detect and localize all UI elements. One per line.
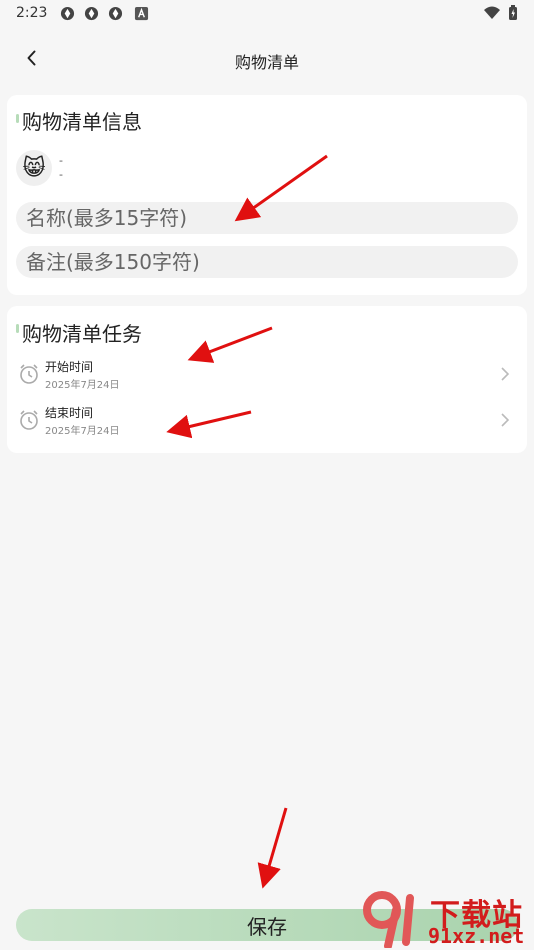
task-card: 购物清单任务 开始时间 2025年7月24日 结束时间 2025年7月24日 bbox=[7, 306, 527, 453]
avatar-caption-2: - bbox=[59, 168, 63, 181]
section-accent-bar bbox=[16, 114, 19, 123]
chevron-right-icon bbox=[501, 367, 510, 381]
status-right-icons bbox=[484, 5, 518, 21]
end-time-row[interactable]: 结束时间 2025年7月24日 bbox=[7, 400, 527, 440]
app-notification-icon bbox=[84, 6, 99, 21]
chevron-right-icon bbox=[501, 413, 510, 427]
info-section-title: 购物清单信息 bbox=[22, 110, 142, 134]
watermark-logo-icon bbox=[363, 891, 414, 948]
wifi-icon bbox=[484, 6, 500, 19]
name-input[interactable] bbox=[16, 202, 518, 234]
info-card: 购物清单信息 😸 - - bbox=[7, 95, 527, 295]
a-notification-icon bbox=[134, 6, 149, 21]
task-section-title: 购物清单任务 bbox=[22, 322, 142, 346]
page-title: 购物清单 bbox=[234, 53, 299, 72]
app-header: 购物清单 bbox=[0, 40, 534, 78]
annotation-arrow bbox=[257, 807, 288, 889]
section-accent-bar bbox=[16, 324, 19, 333]
alarm-clock-icon bbox=[20, 410, 38, 430]
name-field[interactable] bbox=[16, 202, 518, 234]
start-time-label: 开始时间 bbox=[45, 360, 94, 374]
start-time-row[interactable]: 开始时间 2025年7月24日 bbox=[7, 354, 527, 394]
start-time-date: 2025年7月24日 bbox=[45, 380, 120, 391]
avatar-caption-1: - bbox=[59, 154, 63, 167]
battery-icon bbox=[509, 5, 517, 20]
note-input[interactable] bbox=[16, 246, 518, 278]
alarm-clock-icon bbox=[20, 364, 38, 384]
status-bar: 2:23 bbox=[0, 0, 534, 28]
cat-emoji-icon: 😸 bbox=[22, 155, 46, 181]
end-time-date: 2025年7月24日 bbox=[45, 426, 120, 437]
note-field[interactable] bbox=[16, 246, 518, 278]
app-notification-icon bbox=[108, 6, 123, 21]
watermark-text-url: 91xz.net bbox=[428, 924, 525, 948]
watermark: 下载站 91xz.net bbox=[358, 890, 530, 948]
avatar[interactable]: 😸 bbox=[16, 150, 52, 186]
status-time: 2:23 bbox=[16, 5, 48, 21]
end-time-label: 结束时间 bbox=[45, 406, 94, 420]
app-notification-icon bbox=[60, 6, 75, 21]
